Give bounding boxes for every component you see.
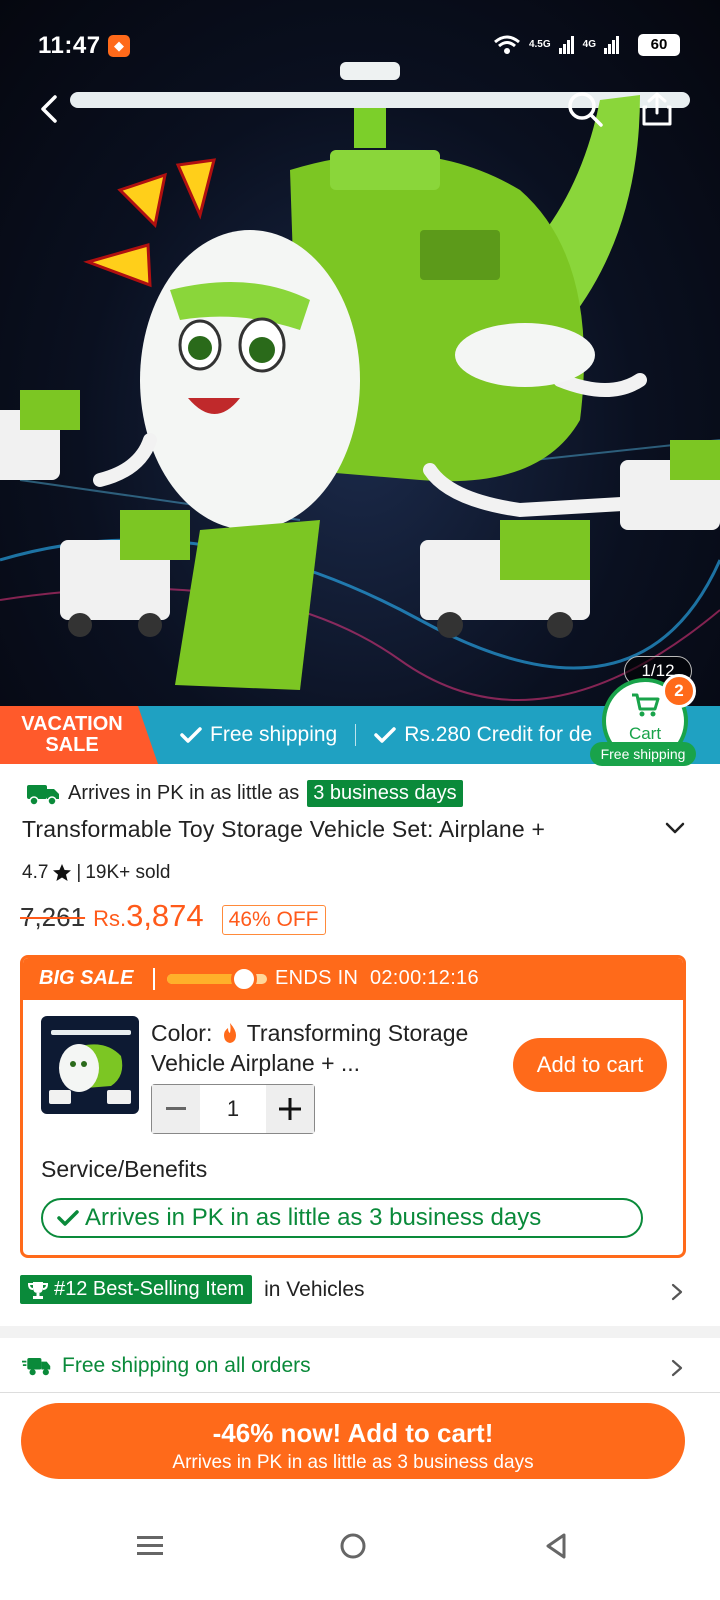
expand-title-button[interactable] xyxy=(664,820,686,841)
system-nav-bar xyxy=(0,1490,720,1600)
back-triangle-icon xyxy=(546,1533,566,1559)
countdown-value: 02:00:12:16 xyxy=(369,967,479,989)
big-sale-card: BIG SALE ENDS IN 02:00:12:16 Color: Tran… xyxy=(20,955,686,1258)
best-seller-tag-label: #12 Best-Selling Item xyxy=(54,1278,245,1300)
service-benefit-pill: Arrives in PK in as little as 3 business… xyxy=(41,1198,643,1238)
status-icons: 4.5G 4G xyxy=(493,34,620,56)
rating-row[interactable]: 4.7 | 19K+ sold xyxy=(22,862,170,884)
back-button[interactable] xyxy=(22,82,76,136)
flame-icon xyxy=(223,1023,236,1043)
promo-free-shipping: Free shipping xyxy=(180,723,337,747)
color-label: Color: xyxy=(151,1020,213,1046)
divider xyxy=(0,1392,720,1393)
decrease-quantity-button[interactable] xyxy=(152,1085,200,1133)
vacation-line2: SALE xyxy=(45,734,99,756)
minus-icon xyxy=(166,1107,186,1110)
best-seller-row[interactable]: #12 Best-Selling Item in Vehicles xyxy=(20,1275,365,1304)
star-icon xyxy=(53,864,72,881)
back-icon xyxy=(41,95,57,123)
sale-header: BIG SALE ENDS IN 02:00:12:16 xyxy=(23,958,683,1000)
variant-thumbnail[interactable] xyxy=(41,1016,139,1114)
free-shipping-text: Free shipping on all orders xyxy=(62,1354,311,1377)
section-gap xyxy=(0,1326,720,1338)
service-benefits-label: Service/Benefits xyxy=(41,1156,208,1182)
best-seller-tag: #12 Best-Selling Item xyxy=(20,1275,253,1304)
helicopter-toy-illustration xyxy=(0,62,720,701)
signal-icon-2 xyxy=(604,36,619,54)
cart-free-shipping-tag: Free shipping xyxy=(590,742,696,766)
rating-sep: | xyxy=(76,862,82,883)
cta-sub-label: Arrives in PK in as little as 3 business… xyxy=(172,1452,534,1473)
recent-apps-button[interactable] xyxy=(120,1516,180,1576)
discount-badge: 46% OFF xyxy=(221,905,326,935)
sale-countdown: ENDS IN 02:00:12:16 xyxy=(275,967,479,990)
free-shipping-row[interactable]: Free shipping on all orders xyxy=(22,1354,311,1378)
sale-title: BIG SALE xyxy=(39,967,134,989)
arrival-days-tag: 3 business days xyxy=(307,780,463,807)
title-fade xyxy=(540,816,640,848)
menu-icon xyxy=(137,1536,163,1555)
sold-count: 19K+ sold xyxy=(85,862,171,883)
clock-icon xyxy=(231,966,257,992)
increase-quantity-button[interactable] xyxy=(266,1085,314,1133)
best-seller-chevron[interactable] xyxy=(670,1282,684,1307)
arrival-prefix: Arrives in PK in as little as xyxy=(68,782,300,804)
cart-label: Cart xyxy=(628,724,662,743)
search-icon xyxy=(568,92,603,127)
arrival-info: Arrives in PK in as little as 3 business… xyxy=(26,780,463,807)
status-bar: 11:47 ◆ 4.5G 4G 60 xyxy=(0,0,720,90)
system-back-button[interactable] xyxy=(526,1516,586,1576)
notification-app-icon: ◆ xyxy=(108,35,130,57)
home-icon xyxy=(340,1533,366,1559)
product-image[interactable] xyxy=(0,0,720,720)
service-benefit-text: Arrives in PK in as little as 3 business… xyxy=(85,1204,542,1231)
quantity-value[interactable]: 1 xyxy=(200,1085,266,1133)
best-seller-category: in Vehicles xyxy=(264,1277,365,1301)
check-icon xyxy=(374,727,396,743)
network-label-1: 4.5G xyxy=(528,39,551,50)
truck-icon xyxy=(27,784,59,806)
promo-item-1-label: Free shipping xyxy=(210,723,338,746)
chevron-right-icon xyxy=(671,1359,683,1377)
free-shipping-chevron[interactable] xyxy=(670,1358,684,1383)
add-to-cart-cta-button[interactable]: -46% now! Add to cart! Arrives in PK in … xyxy=(21,1403,685,1479)
share-button[interactable] xyxy=(630,82,684,136)
fast-truck-icon xyxy=(22,1358,51,1376)
rating-value: 4.7 xyxy=(22,862,49,883)
wifi-icon xyxy=(494,35,520,54)
share-icon xyxy=(642,92,672,126)
signal-icon xyxy=(558,36,574,54)
vacation-sale-badge: VACATION SALE xyxy=(0,706,158,764)
ends-in-label: ENDS IN xyxy=(275,967,359,989)
vacation-line1: VACATION xyxy=(21,713,123,735)
original-price: 7,261 xyxy=(20,902,86,932)
cta-main-label: -46% now! Add to cart! xyxy=(212,1418,494,1448)
check-icon xyxy=(57,1210,79,1226)
current-price: 3,874 xyxy=(126,898,204,933)
variant-thumbnail-image xyxy=(49,1030,131,1104)
network-label-2: 4G xyxy=(582,39,596,50)
home-button[interactable] xyxy=(323,1516,383,1576)
check-icon xyxy=(180,727,202,743)
promo-divider xyxy=(355,724,357,746)
trophy-icon xyxy=(28,1281,48,1299)
chevron-right-icon xyxy=(671,1283,683,1301)
chevron-down-icon xyxy=(665,822,685,834)
sale-divider xyxy=(153,968,155,990)
variant-color[interactable]: Color: Transforming Storage Vehicle Airp… xyxy=(151,1018,501,1078)
price-row: 7,261 Rs. 3,874 46% OFF xyxy=(20,898,326,935)
add-to-cart-button[interactable]: Add to cart xyxy=(513,1038,667,1092)
currency-label: Rs. xyxy=(93,906,127,931)
cart-count-badge: 2 xyxy=(662,674,696,708)
status-time: 11:47 xyxy=(38,32,101,59)
search-button[interactable] xyxy=(558,82,612,136)
quantity-stepper: 1 xyxy=(151,1084,315,1134)
battery-indicator: 60 xyxy=(638,34,680,56)
cart-icon xyxy=(632,693,660,717)
promo-item-2-label: Rs.280 Credit for de xyxy=(404,723,593,746)
plus-icon xyxy=(279,1098,301,1120)
promo-credit: Rs.280 Credit for de xyxy=(374,723,592,747)
promo-items: Free shipping Rs.280 Credit for de xyxy=(180,706,592,764)
